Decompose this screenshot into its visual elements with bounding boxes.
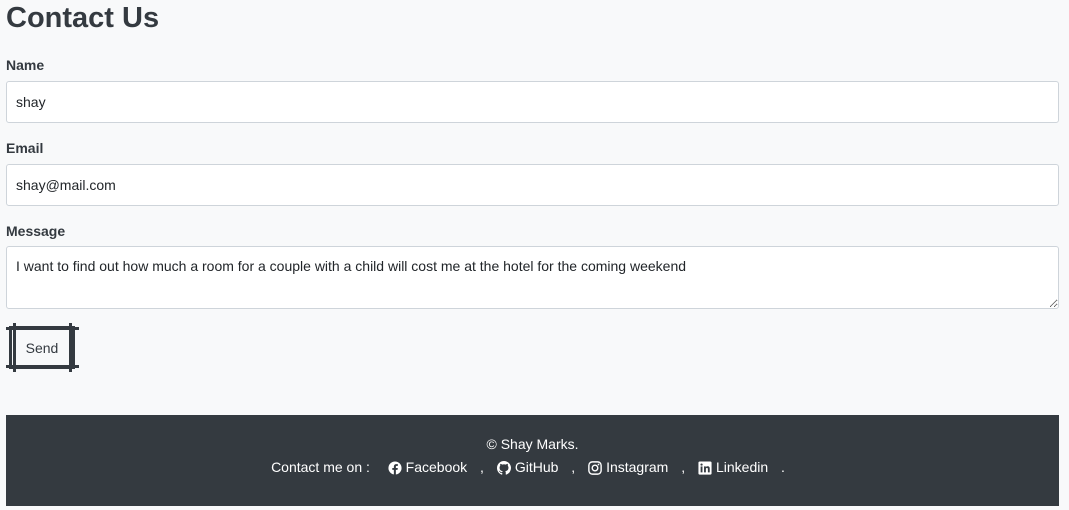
facebook-link-label: Facebook [405, 459, 468, 475]
instagram-icon [588, 460, 602, 475]
name-input[interactable] [6, 81, 1059, 123]
message-textarea[interactable]: I want to find out how much a room for a… [6, 246, 1059, 309]
github-link-label: GitHub [514, 459, 559, 475]
contact-prefix: Contact me on : [271, 459, 370, 475]
instagram-link[interactable]: Instagram [588, 459, 668, 476]
end-mark: . [781, 459, 785, 475]
facebook-link[interactable]: Facebook [388, 459, 467, 476]
github-icon [496, 460, 511, 475]
github-link[interactable]: GitHub [496, 459, 559, 476]
copyright-text: © Shay Marks. [486, 436, 579, 452]
message-label: Message [6, 223, 66, 239]
linkedin-link-label: Linkedin [716, 459, 769, 475]
page-title: Contact Us [6, 2, 160, 34]
linkedin-link[interactable]: Linkedin [698, 459, 768, 476]
page-footer: © Shay Marks. Contact me on : Facebook ,… [6, 415, 1059, 506]
email-label: Email [6, 140, 44, 156]
contact-links-line: Contact me on : Facebook , GitHub , Inst… [6, 459, 1059, 476]
send-button[interactable]: Send [9, 326, 75, 369]
linkedin-icon [698, 460, 712, 475]
name-label: Name [6, 57, 45, 73]
send-button-frame: Send [6, 323, 79, 372]
link-separator: , [571, 459, 576, 475]
email-input[interactable] [6, 164, 1059, 206]
facebook-icon [388, 460, 402, 475]
link-separator: , [681, 459, 686, 475]
instagram-link-label: Instagram [606, 459, 669, 475]
link-separator: , [480, 459, 484, 475]
